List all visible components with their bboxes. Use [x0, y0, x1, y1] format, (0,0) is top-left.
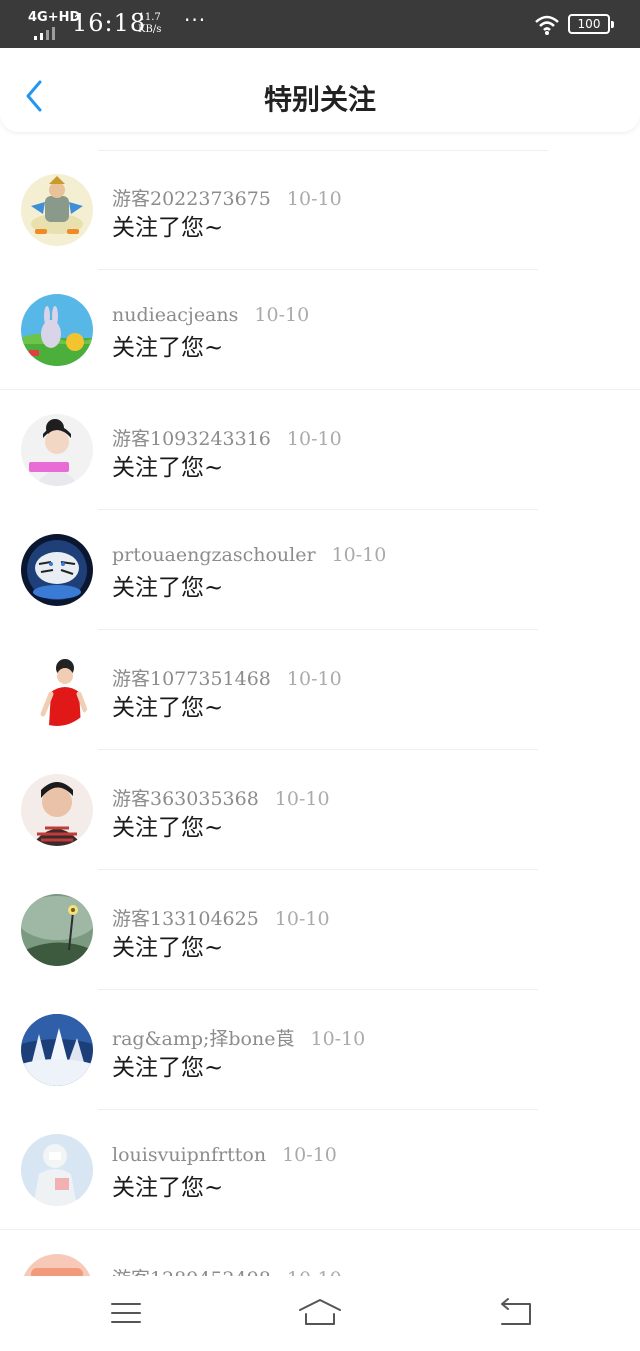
- list-item[interactable]: 游客1289452498 10-10: [0, 1230, 640, 1276]
- notification-message: 关注了您~: [112, 815, 224, 841]
- avatar[interactable]: [21, 534, 93, 606]
- notification-message: 关注了您~: [112, 215, 224, 241]
- notification-date: 10-10: [274, 788, 330, 810]
- list-item[interactable]: 游客133104625 10-10 关注了您~: [0, 870, 640, 990]
- battery-level: 100: [577, 17, 601, 31]
- notification-message: 关注了您~: [112, 335, 224, 361]
- avatar[interactable]: [21, 174, 93, 246]
- avatar[interactable]: [21, 414, 93, 486]
- user-name[interactable]: 游客133104625: [112, 908, 259, 930]
- user-name[interactable]: prtouaengzaschouler: [112, 544, 316, 566]
- user-name[interactable]: 游客1093243316: [112, 428, 271, 450]
- user-name[interactable]: 游客363035368: [112, 788, 259, 810]
- avatar[interactable]: [21, 294, 93, 366]
- speed-unit: KB/s: [138, 24, 162, 35]
- list-item[interactable]: 游客1093243316 10-10 关注了您~: [0, 390, 640, 510]
- notification-message: 关注了您~: [112, 1055, 224, 1081]
- list-item[interactable]: nudieacjeans 10-10 关注了您~: [0, 270, 640, 390]
- notification-date: 10-10: [274, 908, 330, 930]
- notification-date: 10-10: [286, 428, 342, 450]
- notification-message: 关注了您~: [112, 455, 224, 481]
- menu-icon[interactable]: [104, 1296, 148, 1330]
- avatar[interactable]: [21, 774, 93, 846]
- notification-date: 10-10: [310, 1028, 366, 1050]
- avatar[interactable]: [21, 1254, 93, 1276]
- wifi-icon: [535, 15, 559, 35]
- user-name[interactable]: 游客1289452498: [112, 1268, 271, 1276]
- user-name[interactable]: louisvuipnfrtton: [112, 1144, 266, 1166]
- speed-value: 11.7: [138, 12, 161, 23]
- more-notifications-icon: ···: [184, 8, 207, 32]
- page-title: 特别关注: [263, 83, 376, 116]
- notification-date: 10-10: [287, 1268, 342, 1276]
- system-nav-bar: [0, 1276, 640, 1351]
- avatar[interactable]: [21, 1014, 93, 1086]
- notification-date: 10-10: [286, 188, 342, 210]
- back-icon[interactable]: [494, 1296, 538, 1330]
- notification-message: 关注了您~: [112, 695, 224, 721]
- notification-date: 10-10: [286, 668, 342, 690]
- home-icon[interactable]: [298, 1296, 342, 1330]
- battery-icon: 100: [568, 14, 614, 34]
- user-name[interactable]: rag&amp;择bone莨: [112, 1028, 294, 1050]
- user-name[interactable]: nudieacjeans: [112, 304, 238, 326]
- status-bar: 4G+HD 16:18 11.7 KB/s ··· 100: [0, 0, 640, 48]
- list-item[interactable]: 游客363035368 10-10 关注了您~: [0, 750, 640, 870]
- list-item[interactable]: 游客2022373675 10-10 关注了您~: [0, 150, 640, 270]
- notification-list: 游客2022373675 10-10 关注了您~ nudieacjeans 10-1…: [0, 150, 640, 1276]
- notification-date: 10-10: [331, 544, 387, 566]
- list-item[interactable]: prtouaengzaschouler 10-10 关注了您~: [0, 510, 640, 630]
- signal-icon: 4G+HD: [28, 10, 80, 40]
- notification-message: 关注了您~: [112, 575, 224, 601]
- notification-date: 10-10: [282, 1144, 337, 1166]
- notification-date: 10-10: [254, 304, 310, 326]
- network-speed: 11.7 KB/s: [138, 12, 161, 36]
- avatar[interactable]: [21, 1134, 93, 1206]
- header: 特别关注: [0, 48, 640, 132]
- list-item[interactable]: louisvuipnfrtton 10-10 关注了您~: [0, 1110, 640, 1230]
- list-item[interactable]: 游客1077351468 10-10 关注了您~: [0, 630, 640, 750]
- notification-message: 关注了您~: [112, 935, 224, 961]
- user-name[interactable]: 游客1077351468: [112, 668, 271, 690]
- status-time: 16:18: [72, 9, 147, 37]
- avatar[interactable]: [21, 894, 93, 966]
- user-name[interactable]: 游客2022373675: [112, 188, 271, 210]
- avatar[interactable]: [21, 654, 93, 726]
- list-item[interactable]: rag&amp;择bone莨 10-10 关注了您~: [0, 990, 640, 1110]
- notification-message: 关注了您~: [112, 1175, 224, 1201]
